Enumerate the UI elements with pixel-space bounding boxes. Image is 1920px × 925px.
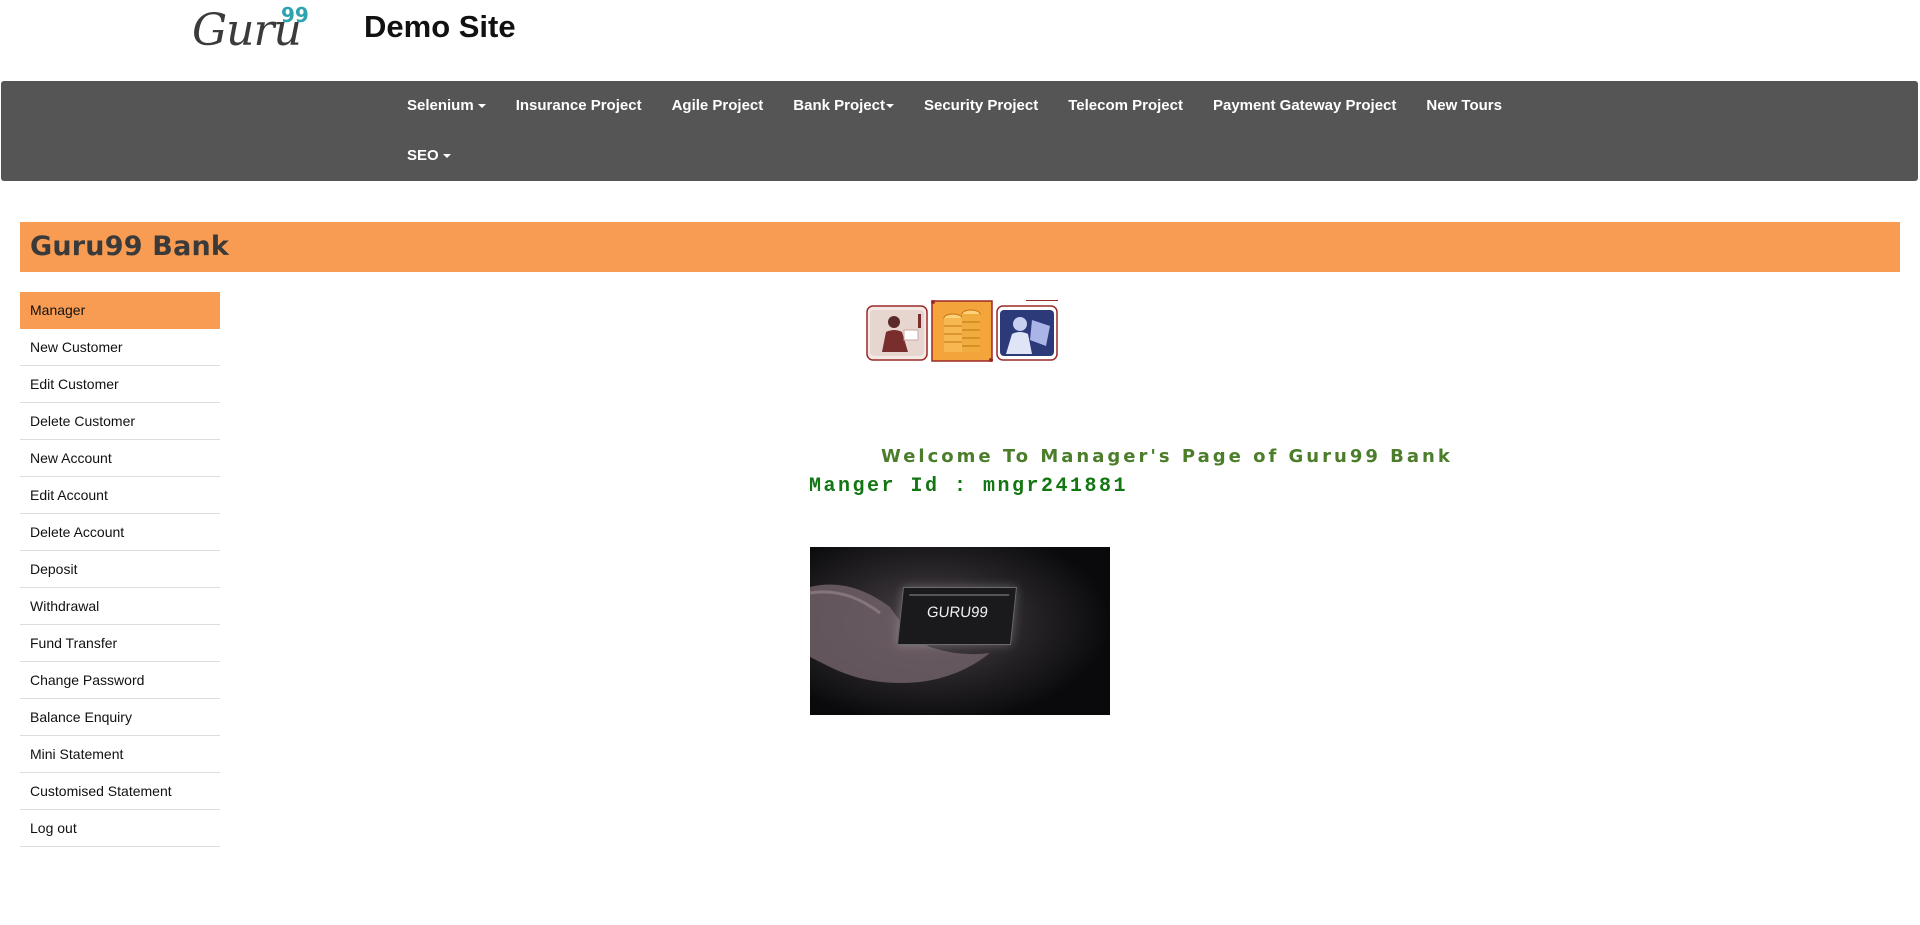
- menu-item-balance-enquiry[interactable]: Balance Enquiry: [20, 699, 220, 736]
- welcome-message: Welcome To Manager's Page of Guru99 Bank: [881, 446, 1453, 467]
- manager-id: Manger Id : mngr241881: [809, 475, 1129, 498]
- nav-bank-project-label: Bank Project: [793, 97, 885, 114]
- guru99-card: GURU99: [896, 587, 1018, 645]
- manager-menu: Manager New Customer Edit Customer Delet…: [20, 292, 220, 847]
- menu-item-edit-account[interactable]: Edit Account: [20, 477, 220, 514]
- menu-item-deposit[interactable]: Deposit: [20, 551, 220, 588]
- bank-thumbnails: [866, 300, 1058, 364]
- nav-selenium-label: Selenium: [407, 97, 474, 114]
- guru99-logo[interactable]: Guru 99: [192, 4, 322, 56]
- nav-seo-label: SEO: [407, 147, 439, 164]
- nav-telecom-project[interactable]: Telecom Project: [1053, 81, 1198, 131]
- navbar-row-2: SEO: [392, 131, 466, 181]
- menu-item-delete-account[interactable]: Delete Account: [20, 514, 220, 551]
- nav-selenium[interactable]: Selenium: [392, 81, 501, 131]
- nav-security-project[interactable]: Security Project: [909, 81, 1053, 131]
- card-text: GURU99: [926, 604, 989, 621]
- site-title: Demo Site: [364, 9, 516, 44]
- navbar-row-1: Selenium Insurance Project Agile Project…: [392, 81, 1517, 131]
- menu-item-new-account[interactable]: New Account: [20, 440, 220, 477]
- nav-seo[interactable]: SEO: [392, 131, 466, 181]
- nav-payment-gateway-project[interactable]: Payment Gateway Project: [1198, 81, 1411, 131]
- menu-item-delete-customer[interactable]: Delete Customer: [20, 403, 220, 440]
- menu-item-fund-transfer[interactable]: Fund Transfer: [20, 625, 220, 662]
- menu-item-new-customer[interactable]: New Customer: [20, 329, 220, 366]
- nav-new-tours[interactable]: New Tours: [1411, 81, 1517, 131]
- menu-item-manager[interactable]: Manager: [20, 292, 220, 329]
- nav-agile-project[interactable]: Agile Project: [657, 81, 779, 131]
- menu-item-edit-customer[interactable]: Edit Customer: [20, 366, 220, 403]
- caret-down-icon: [442, 154, 451, 159]
- menu-item-withdrawal[interactable]: Withdrawal: [20, 588, 220, 625]
- bank-title: Guru99 Bank: [30, 231, 230, 262]
- nav-insurance-project[interactable]: Insurance Project: [501, 81, 657, 131]
- menu-item-mini-statement[interactable]: Mini Statement: [20, 736, 220, 773]
- card-fine-print: [909, 594, 1010, 596]
- menu-item-change-password[interactable]: Change Password: [20, 662, 220, 699]
- menu-item-customised-statement[interactable]: Customised Statement: [20, 773, 220, 810]
- coins-stack-icon: [931, 300, 993, 362]
- logo-superscript: 99: [281, 3, 309, 27]
- caret-down-icon: [477, 104, 486, 109]
- businessman-photo-icon: [866, 305, 928, 361]
- bank-title-banner: Guru99 Bank: [20, 222, 1900, 272]
- top-navbar: Selenium Insurance Project Agile Project…: [1, 81, 1918, 181]
- nav-bank-project[interactable]: Bank Project: [778, 81, 909, 131]
- menu-item-log-out[interactable]: Log out: [20, 810, 220, 847]
- customer-service-photo-icon: [996, 300, 1058, 361]
- caret-down-icon: [885, 104, 894, 109]
- guru99-card-banner-image: GURU99: [810, 547, 1110, 715]
